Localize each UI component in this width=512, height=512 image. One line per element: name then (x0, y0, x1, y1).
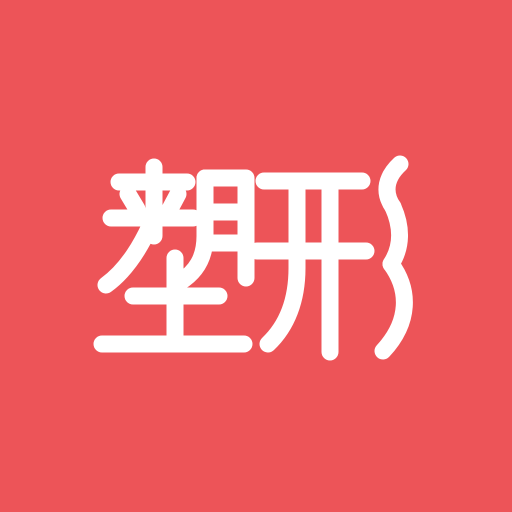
su-stroke-left-tick (119, 185, 146, 218)
app-icon (0, 0, 512, 512)
xing-stroke-hair2 (382, 198, 408, 273)
su-stroke-right-tick (161, 185, 187, 218)
wordmark-logo (0, 0, 512, 512)
